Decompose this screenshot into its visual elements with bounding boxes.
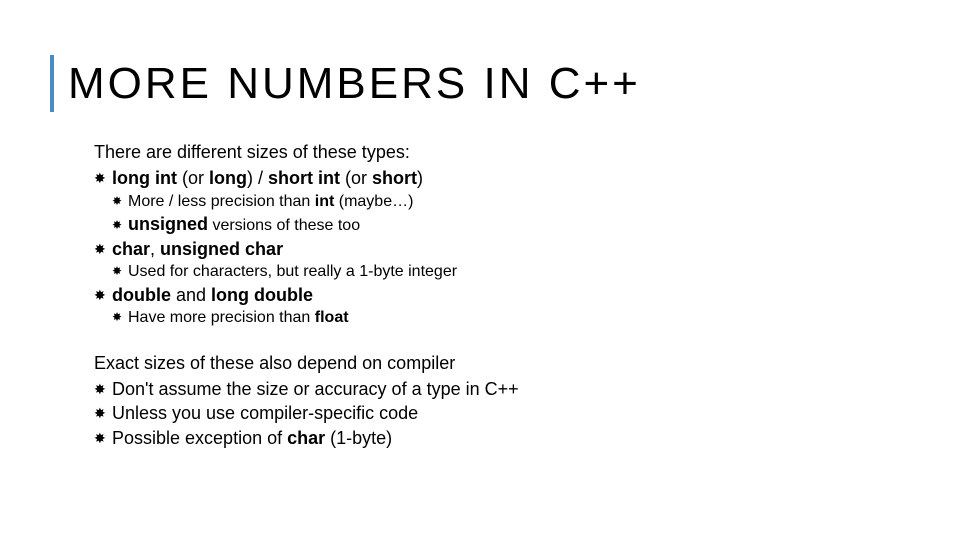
text: (1-byte): [325, 428, 392, 448]
sub-list: Have more precision than float: [94, 307, 960, 329]
text-int: int: [315, 193, 335, 210]
text: and: [171, 285, 211, 305]
text: Have more precision than: [128, 309, 315, 326]
text-long-double: long double: [211, 285, 313, 305]
bullet-assume: Don't assume the size or accuracy of a t…: [94, 377, 960, 401]
text: ): [417, 168, 423, 188]
bullet-list-2: Don't assume the size or accuracy of a t…: [94, 377, 960, 450]
text-unsigned-char: unsigned char: [160, 239, 283, 259]
bullet-char-exception: Possible exception of char (1-byte): [94, 426, 960, 450]
bullet-char: char, unsigned char Used for characters,…: [94, 237, 960, 283]
bullet-precision: More / less precision than int (maybe…): [112, 191, 960, 213]
text: ,: [150, 239, 160, 259]
text-float-kw: float: [315, 309, 349, 326]
text-double: double: [112, 285, 171, 305]
text-short: short: [372, 168, 417, 188]
text-char-kw: char: [287, 428, 325, 448]
bullet-char-desc: Used for characters, but really a 1-byte…: [112, 261, 960, 283]
text: (or: [340, 168, 372, 188]
text-unsigned: unsigned: [128, 214, 208, 234]
text-long: long: [209, 168, 247, 188]
bullet-long-short: long int (or long) / short int (or short…: [94, 166, 960, 236]
bullet-double: double and long double Have more precisi…: [94, 283, 960, 329]
title-block: MORE NUMBERS IN C++: [50, 55, 960, 112]
text-short-int: short int: [268, 168, 340, 188]
text: versions of these too: [208, 217, 360, 234]
title-accent-bar: [50, 55, 54, 112]
slide-title: MORE NUMBERS IN C++: [68, 55, 641, 112]
paragraph-intro: There are different sizes of these types…: [94, 140, 960, 164]
bullet-compiler-code: Unless you use compiler-specific code: [94, 401, 960, 425]
paragraph-compiler: Exact sizes of these also depend on comp…: [94, 351, 960, 375]
bullet-unsigned: unsigned versions of these too: [112, 212, 960, 237]
sub-list: Used for characters, but really a 1-byte…: [94, 261, 960, 283]
bullet-list-1: long int (or long) / short int (or short…: [94, 166, 960, 328]
text-char: char: [112, 239, 150, 259]
slide-content: There are different sizes of these types…: [50, 140, 960, 450]
text-long-int: long int: [112, 168, 177, 188]
text: (or: [177, 168, 209, 188]
text: Possible exception of: [112, 428, 287, 448]
sub-list: More / less precision than int (maybe…) …: [94, 191, 960, 237]
bullet-float: Have more precision than float: [112, 307, 960, 329]
text: More / less precision than: [128, 193, 315, 210]
text: (maybe…): [334, 193, 413, 210]
slide: MORE NUMBERS IN C++ There are different …: [0, 0, 960, 450]
text: ) /: [247, 168, 268, 188]
